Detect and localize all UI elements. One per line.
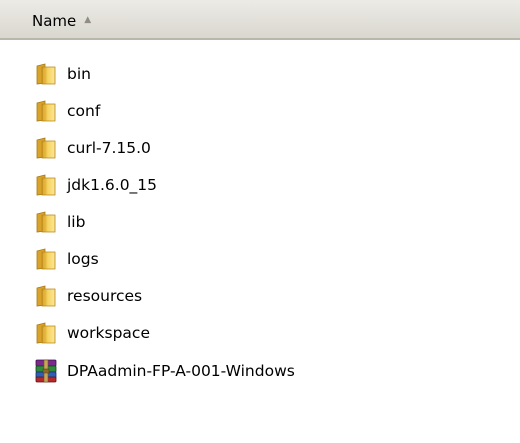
- list-item-dpaadmin-archive[interactable]: DPAadmin-FP-A-001-Windows: [32, 357, 295, 385]
- item-name: workspace: [67, 324, 150, 342]
- folder-icon: [32, 134, 60, 162]
- item-name: logs: [67, 250, 99, 268]
- folder-icon: [32, 282, 60, 310]
- list-item-lib[interactable]: lib: [32, 208, 85, 236]
- name-column-label: Name: [32, 12, 77, 30]
- item-name: conf: [67, 102, 101, 120]
- folder-icon: [32, 208, 60, 236]
- item-name: bin: [67, 65, 91, 83]
- list-item-logs[interactable]: logs: [32, 245, 99, 273]
- item-name: DPAadmin-FP-A-001-Windows: [67, 362, 295, 380]
- folder-icon: [32, 60, 60, 88]
- folder-icon: [32, 171, 60, 199]
- sort-ascending-icon: ▲: [84, 15, 92, 25]
- column-header-bar: Name ▲: [0, 0, 520, 40]
- list-item-jdk[interactable]: jdk1.6.0_15: [32, 171, 157, 199]
- list-item-conf[interactable]: conf: [32, 97, 100, 125]
- name-column-header[interactable]: Name ▲: [32, 11, 91, 31]
- item-name: lib: [67, 213, 86, 231]
- item-name: resources: [67, 287, 143, 305]
- item-name: jdk1.6.0_15: [67, 176, 158, 194]
- list-item-bin[interactable]: bin: [32, 60, 91, 88]
- file-explorer: Name ▲ bin conf curl-7.15.0 jdk1.6.0_15 …: [0, 0, 520, 443]
- folder-icon: [32, 319, 60, 347]
- list-item-resources[interactable]: resources: [32, 282, 142, 310]
- folder-icon: [32, 245, 60, 273]
- list-item-curl[interactable]: curl-7.15.0: [32, 134, 151, 162]
- folder-icon: [32, 97, 60, 125]
- list-item-workspace[interactable]: workspace: [32, 319, 150, 347]
- winrar-archive-icon: [32, 357, 60, 385]
- item-name: curl-7.15.0: [67, 139, 151, 157]
